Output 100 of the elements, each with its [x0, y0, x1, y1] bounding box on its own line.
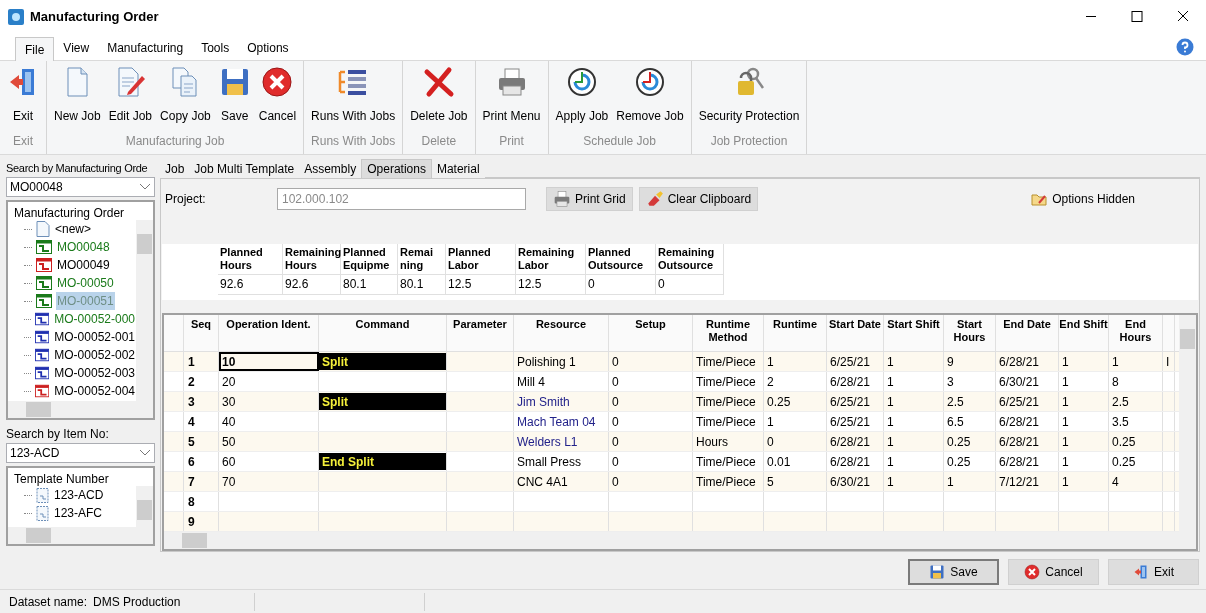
column-header[interactable]: Start Hours: [944, 318, 995, 351]
ribbon-button[interactable]: Security Protection: [694, 61, 804, 132]
ribbon-button[interactable]: New Job: [50, 61, 105, 132]
command-cell[interactable]: Split: [319, 353, 446, 370]
options-button[interactable]: Options Hidden: [1031, 190, 1135, 208]
menu-tab[interactable]: Tools: [192, 36, 239, 60]
table-cell-text: 1: [887, 453, 894, 471]
ribbon-button[interactable]: Exit: [3, 61, 43, 132]
vertical-scrollbar[interactable]: [1179, 315, 1196, 532]
footer-button[interactable]: Exit: [1108, 559, 1199, 585]
summary-header: Planned Equipme: [341, 243, 398, 274]
ribbon-button[interactable]: Save: [214, 61, 255, 132]
table-cell-text: 3: [947, 373, 954, 391]
column-header[interactable]: Seq: [190, 318, 212, 351]
status-label: Dataset name:: [9, 593, 88, 611]
row-number: 7: [188, 473, 195, 491]
menu-tab[interactable]: Manufacturing: [98, 36, 193, 60]
item-combo-box[interactable]: 123-ACD: [6, 443, 155, 463]
table-cell-text: 1: [767, 353, 774, 371]
tree-item[interactable]: MO-00052-003: [53, 364, 136, 382]
table-cell-text: 2: [767, 373, 774, 391]
help-icon[interactable]: [1176, 38, 1194, 56]
tree-item[interactable]: MO-00052-001: [53, 328, 136, 346]
tree-item[interactable]: MO00049: [56, 256, 111, 274]
horizontal-scrollbar[interactable]: [8, 401, 153, 418]
menu-tab[interactable]: Options: [238, 36, 298, 60]
table-cell[interactable]: 50: [219, 432, 319, 451]
table-cell[interactable]: 10: [219, 352, 319, 371]
column-header[interactable]: Resource: [535, 318, 587, 351]
tree-title: Template Number: [13, 471, 110, 486]
ribbon-button[interactable]: Runs With Jobs: [307, 61, 400, 132]
table-cell-text: 1: [1062, 413, 1069, 431]
order-combo-box[interactable]: MO00048: [6, 177, 155, 197]
table-cell[interactable]: 40: [219, 412, 319, 431]
column-header[interactable]: Start Date: [829, 318, 881, 351]
summary-header: Remaining Hours: [283, 243, 341, 274]
table-cell-text: 1: [1112, 353, 1119, 371]
ribbon-button[interactable]: Edit Job: [104, 61, 157, 132]
column-header[interactable]: Start Shift: [887, 318, 940, 351]
table-cell-text: 6.5: [947, 413, 964, 431]
table-cell-text: 1: [887, 353, 894, 371]
tree-item[interactable]: <new>: [54, 220, 93, 238]
tree-item[interactable]: MO-00052-004: [53, 382, 136, 400]
tree-title: Manufacturing Order: [13, 205, 126, 220]
command-cell[interactable]: End Split: [319, 453, 446, 470]
tab[interactable]: Operations: [361, 159, 432, 178]
tree-item[interactable]: MO-00052-002: [53, 346, 136, 364]
table-cell[interactable]: 70: [219, 472, 319, 491]
tree-item[interactable]: MO-00052-000: [53, 310, 136, 328]
tree-item[interactable]: MO00048: [56, 238, 111, 256]
window-title: Manufacturing Order: [30, 7, 159, 26]
menu-tab[interactable]: View: [54, 36, 99, 60]
ribbon-button[interactable]: Apply Job: [551, 61, 613, 132]
table-cell-text: 0: [767, 433, 774, 451]
toolbar-button[interactable]: Print Grid: [546, 187, 633, 211]
column-header[interactable]: Parameter: [453, 318, 507, 351]
column-header[interactable]: Command: [355, 318, 410, 351]
tree-item[interactable]: MO-00050: [56, 274, 115, 292]
column-header[interactable]: Runtime: [773, 318, 817, 351]
tree-item[interactable]: 123-AFC: [54, 504, 103, 522]
horizontal-scrollbar[interactable]: [8, 527, 153, 544]
table-cell-text: 0.25: [767, 393, 791, 411]
summary-header: Planned Hours: [218, 243, 283, 274]
menu-tab[interactable]: File: [15, 37, 55, 61]
tree-item[interactable]: 123-ACD: [54, 486, 104, 504]
ribbon-button[interactable]: Cancel: [254, 61, 301, 132]
table-cell[interactable]: 20: [219, 372, 319, 391]
ribbon-button[interactable]: Remove Job: [612, 61, 688, 132]
column-header[interactable]: End Shift: [1059, 318, 1108, 351]
footer-button[interactable]: Cancel: [1008, 559, 1099, 585]
column-header[interactable]: Runtime Method: [693, 318, 763, 351]
table-cell-text: 1: [767, 413, 774, 431]
column-header[interactable]: Operation Ident.: [226, 318, 311, 351]
summary-cell: 80.1: [398, 274, 446, 294]
row-number: 8: [188, 493, 195, 511]
ribbon-group-label: Print: [498, 133, 525, 150]
vertical-scrollbar[interactable]: [136, 486, 153, 527]
column-header[interactable]: End Hours: [1109, 318, 1162, 351]
table-cell-text: 0: [612, 393, 619, 411]
command-cell[interactable]: Split: [319, 393, 446, 410]
toolbar-button[interactable]: Clear Clipboard: [638, 187, 759, 211]
ribbon-button[interactable]: Print Menu: [478, 61, 545, 132]
ribbon-button[interactable]: Delete Job: [406, 61, 472, 132]
ribbon-button[interactable]: Copy Job: [156, 61, 215, 132]
table-cell-text: 0: [612, 473, 619, 491]
footer-button[interactable]: Save: [908, 559, 999, 585]
cancel-icon: [261, 66, 294, 98]
horizontal-scrollbar[interactable]: [164, 532, 1196, 549]
summary-cell: 12.5: [516, 274, 586, 294]
summary-cell: 12.5: [446, 274, 516, 294]
project-field[interactable]: 102.000.102: [277, 188, 526, 210]
column-header[interactable]: End Date: [1003, 318, 1051, 351]
row-number: 9: [188, 513, 195, 531]
table-cell-text: Mach Team 04: [517, 413, 596, 431]
vertical-scrollbar[interactable]: [136, 220, 153, 401]
table-cell-text: 0: [612, 453, 619, 471]
row-number: 1: [188, 353, 195, 371]
column-header[interactable]: Setup: [635, 318, 666, 351]
row-number: 2: [188, 373, 195, 391]
table-cell-text: 6/28/21: [999, 453, 1040, 471]
